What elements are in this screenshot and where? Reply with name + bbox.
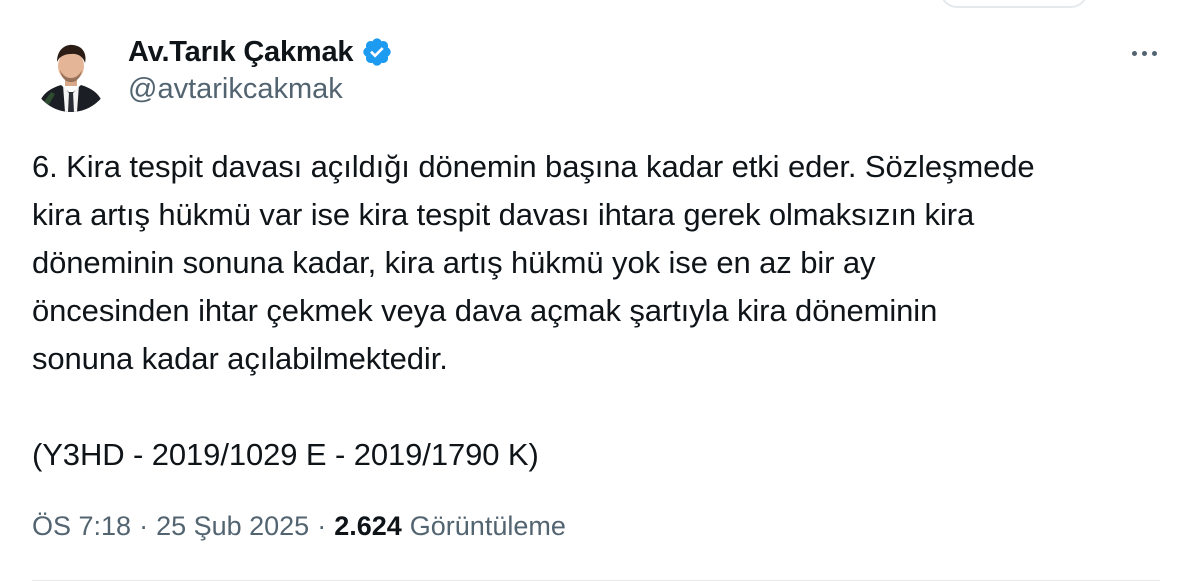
avatar[interactable] [31, 32, 111, 112]
top-pill-button[interactable] [940, 0, 1088, 8]
more-dot [1131, 50, 1137, 56]
views-count: 2.624 [334, 510, 402, 541]
tweet-text-line: kira artış hükmü var ise kira tespit dav… [32, 197, 975, 232]
more-dot [1151, 50, 1157, 56]
tweet-time[interactable]: ÖS 7:18 [32, 511, 131, 542]
person-in-suit-icon [31, 32, 111, 112]
meta-separator: · [317, 510, 327, 541]
tweet-text: 6. Kira tespit davası açıldığı dönemin b… [32, 143, 1172, 479]
tweet-text-line: öncesinden ihtar çekmek veya dava açmak … [32, 293, 938, 328]
verified-badge-icon[interactable] [361, 36, 393, 68]
meta-separator: · [139, 510, 149, 541]
divider [32, 580, 1160, 581]
author-handle[interactable]: @avtarikcakmak [128, 73, 343, 106]
tweet-text-line: (Y3HD - 2019/1029 E - 2019/1790 K) [32, 437, 539, 472]
more-dot [1141, 50, 1147, 56]
more-horizontal-icon[interactable] [1124, 38, 1164, 68]
views-label: Görüntüleme [409, 510, 566, 541]
author-name-row[interactable]: Av.Tarık Çakmak [128, 32, 393, 72]
tweet-metadata: ÖS 7:18 · 25 Şub 2025 · 2.624 Görüntülem… [32, 506, 566, 546]
author-display-name[interactable]: Av.Tarık Çakmak [128, 36, 354, 69]
tweet-text-line: sonuna kadar açılabilmektedir. [32, 341, 448, 376]
tweet-date[interactable]: 25 Şub 2025 [156, 511, 309, 542]
tweet-text-line: döneminin sonuna kadar, kira artış hükmü… [32, 245, 876, 280]
tweet-text-line: 6. Kira tespit davası açıldığı dönemin b… [32, 149, 1035, 184]
